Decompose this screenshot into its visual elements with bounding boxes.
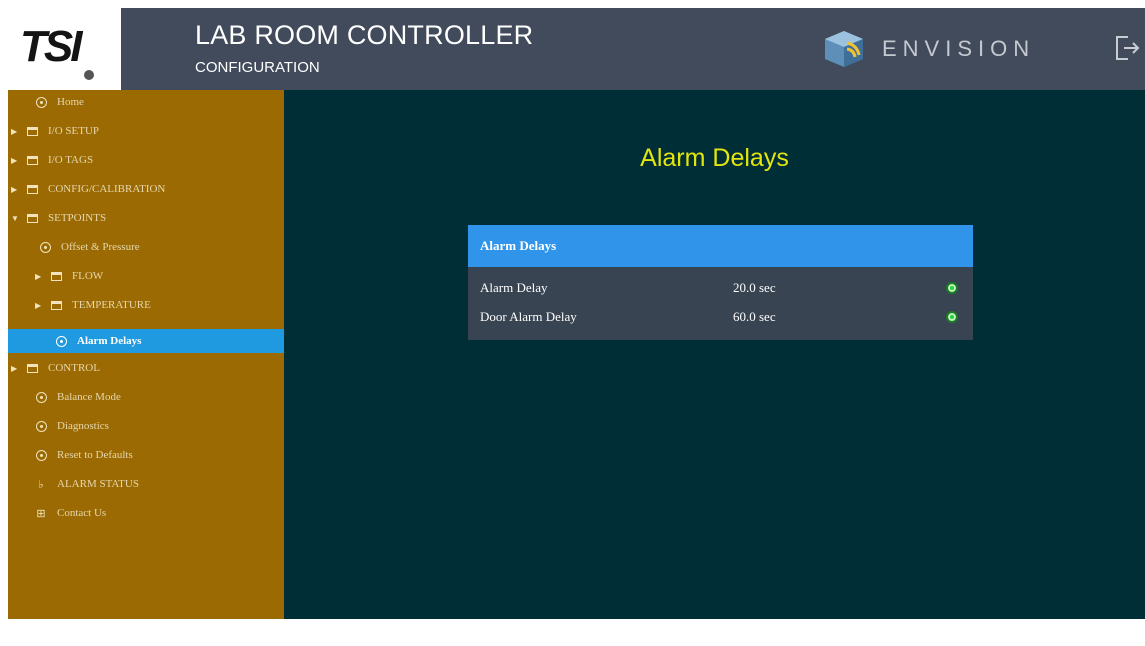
circle-icon	[34, 420, 48, 432]
sidebar-item-reset-defaults[interactable]: Reset to Defaults	[8, 443, 284, 467]
sidebar-item-label: TEMPERATURE	[72, 299, 151, 311]
sidebar-item-temperature[interactable]: ▶ TEMPERATURE	[8, 293, 284, 317]
caret-down-icon: ▼	[11, 213, 19, 223]
status-ok-icon	[946, 311, 958, 323]
app-title: LAB ROOM CONTROLLER	[195, 20, 534, 50]
bell-icon: ♭	[38, 478, 44, 491]
sidebar-item-label: CONTROL	[48, 362, 100, 374]
sidebar-nav: Home ▶ I/O SETUP ▶ I/O TAGS ▶ CONFIG/CAL…	[8, 90, 284, 619]
logo-text: TSI	[20, 22, 82, 71]
sidebar-item-offset-pressure[interactable]: Offset & Pressure	[8, 235, 284, 259]
circle-icon	[38, 241, 52, 253]
sidebar-item-label: Contact Us	[57, 507, 107, 519]
sidebar-item-control[interactable]: ▶ CONTROL	[8, 356, 284, 380]
sidebar-item-label: Offset & Pressure	[61, 241, 140, 253]
sidebar-item-contact-us[interactable]: ⊞ Contact Us	[8, 501, 284, 525]
home-circle-icon	[34, 96, 48, 108]
envision-cube-icon	[825, 31, 863, 67]
caret-right-icon: ▶	[35, 300, 42, 310]
row-value[interactable]: 60.0 sec	[733, 309, 776, 325]
caret-right-icon: ▶	[11, 363, 18, 373]
circle-icon	[34, 391, 48, 403]
panel-header: Alarm Delays	[468, 225, 973, 267]
row-label: Alarm Delay	[480, 280, 548, 295]
caret-right-icon: ▶	[11, 155, 18, 165]
caret-right-icon: ▶	[11, 184, 18, 194]
status-ok-icon	[946, 282, 958, 294]
table-row[interactable]: Alarm Delay 20.0 sec	[468, 277, 973, 299]
header-bar: TSI LAB ROOM CONTROLLER CONFIGURATION EN…	[8, 8, 1145, 90]
folder-icon	[49, 299, 63, 311]
app-subtitle: CONFIGURATION	[195, 59, 320, 76]
sidebar-item-config-calibration[interactable]: ▶ CONFIG/CALIBRATION	[8, 177, 284, 201]
caret-right-icon: ▶	[11, 126, 18, 136]
alarm-delays-panel: Alarm Delays Alarm Delay 20.0 sec Door A…	[468, 225, 973, 340]
sidebar-item-label: FLOW	[72, 270, 104, 282]
sidebar-item-alarm-status[interactable]: ♭ ALARM STATUS	[8, 472, 284, 496]
sidebar-item-label: Balance Mode	[57, 391, 121, 403]
table-row[interactable]: Door Alarm Delay 60.0 sec	[468, 306, 973, 328]
caret-right-icon: ▶	[35, 271, 42, 281]
sidebar-item-label: ALARM STATUS	[57, 478, 139, 490]
folder-icon	[49, 270, 63, 282]
sidebar-item-label: Home	[57, 96, 84, 108]
circle-icon	[34, 449, 48, 461]
sidebar-item-label: I/O TAGS	[48, 154, 94, 166]
sidebar-item-home[interactable]: Home	[8, 90, 284, 114]
sidebar-item-balance-mode[interactable]: Balance Mode	[8, 385, 284, 409]
sidebar-item-alarm-delays[interactable]: Alarm Delays	[8, 329, 284, 353]
sidebar-item-label: Reset to Defaults	[57, 449, 133, 461]
logo-registered-mark	[84, 70, 94, 80]
sidebar-item-io-tags[interactable]: ▶ I/O TAGS	[8, 148, 284, 172]
row-label: Door Alarm Delay	[480, 309, 577, 324]
folder-icon	[25, 125, 39, 137]
brand-name: ENVISION	[882, 36, 1036, 61]
sidebar-item-diagnostics[interactable]: Diagnostics	[8, 414, 284, 438]
grid-icon: ⊞	[36, 507, 46, 520]
sidebar-item-label: CONFIG/CALIBRATION	[48, 183, 166, 195]
sidebar-item-label: Diagnostics	[57, 420, 109, 432]
logout-icon[interactable]	[1114, 34, 1140, 62]
sidebar-item-label: SETPOINTS	[48, 212, 107, 224]
row-value[interactable]: 20.0 sec	[733, 280, 776, 296]
app-window: TSI LAB ROOM CONTROLLER CONFIGURATION EN…	[8, 8, 1145, 619]
tsi-logo[interactable]: TSI	[8, 8, 121, 90]
folder-icon	[25, 154, 39, 166]
folder-open-icon	[25, 212, 39, 224]
circle-icon	[54, 335, 68, 347]
sidebar-item-io-setup[interactable]: ▶ I/O SETUP	[8, 119, 284, 143]
sidebar-item-label: Alarm Delays	[77, 335, 142, 347]
page-title: Alarm Delays	[640, 144, 789, 172]
folder-icon	[25, 362, 39, 374]
folder-icon	[25, 183, 39, 195]
sidebar-item-setpoints[interactable]: ▼ SETPOINTS	[8, 206, 284, 230]
sidebar-item-flow[interactable]: ▶ FLOW	[8, 264, 284, 288]
sidebar-item-label: I/O SETUP	[48, 125, 100, 137]
